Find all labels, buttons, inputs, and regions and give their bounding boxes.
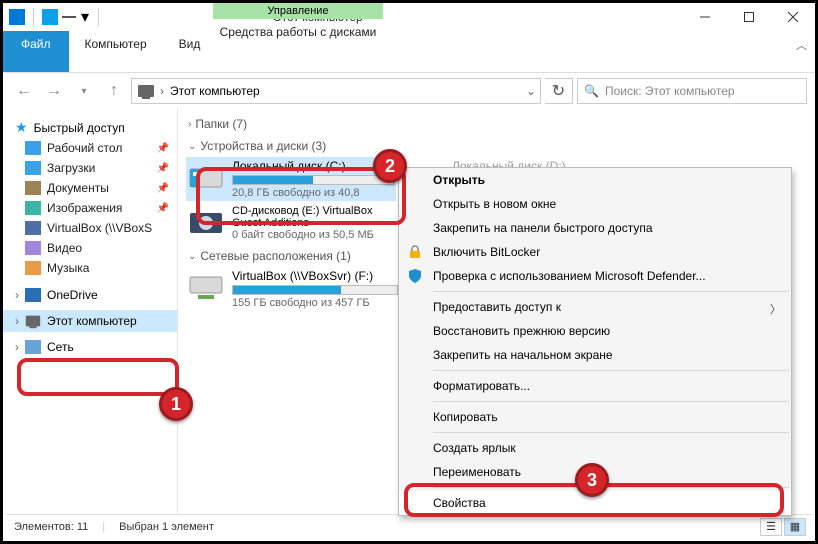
star-icon: ★ — [15, 119, 28, 136]
up-button[interactable]: ↑ — [101, 78, 127, 104]
pc-icon — [26, 316, 40, 327]
sidebar-quick-access[interactable]: ★Быстрый доступ — [3, 117, 177, 138]
search-icon: 🔍 — [584, 84, 599, 98]
ctx-format[interactable]: Форматировать... — [399, 374, 791, 398]
tiles-view-button[interactable]: ▦ — [784, 518, 806, 536]
contextual-tab-group: Управление Средства работы с дисками — [213, 3, 383, 39]
forward-button[interactable]: → — [41, 78, 67, 104]
ctx-open[interactable]: Открыть — [399, 168, 791, 192]
desktop-icon — [25, 141, 41, 155]
file-tab[interactable]: Файл — [3, 31, 69, 72]
ctx-restore-previous[interactable]: Восстановить прежнюю версию — [399, 319, 791, 343]
close-button[interactable] — [771, 3, 815, 31]
download-icon — [25, 161, 41, 175]
recent-locations-button[interactable]: ▾ — [71, 78, 97, 104]
vbox-icon — [25, 221, 41, 235]
group-folders[interactable]: ›Папки (7) — [188, 115, 805, 137]
quick-access-toolbar: ▾ — [3, 8, 103, 26]
ctx-open-new-window[interactable]: Открыть в новом окне — [399, 192, 791, 216]
qat-dropdown-icon[interactable]: ▾ — [80, 10, 90, 24]
status-bar: Элементов: 11 | Выбран 1 элемент ☰ ▦ — [6, 514, 812, 538]
status-item-count: Элементов: 11 — [14, 521, 88, 533]
video-icon — [25, 241, 41, 255]
qat-properties-icon[interactable] — [42, 9, 58, 25]
context-menu: Открыть Открыть в новом окне Закрепить н… — [398, 167, 792, 516]
chevron-right-icon: 〉 — [770, 301, 781, 317]
tab-view[interactable]: Вид — [163, 31, 217, 72]
pin-icon: 📌 — [157, 163, 169, 174]
sidebar-onedrive[interactable]: ›OneDrive — [3, 286, 177, 304]
sidebar-item-desktop[interactable]: Рабочий стол📌 — [3, 138, 177, 158]
navigation-pane: ★Быстрый доступ Рабочий стол📌 Загрузки📌 … — [3, 109, 178, 515]
search-placeholder: Поиск: Этот компьютер — [605, 84, 735, 98]
breadcrumb-dropdown-icon[interactable]: ⌄ — [526, 84, 536, 98]
cd-icon — [188, 205, 224, 241]
tab-computer[interactable]: Компьютер — [69, 31, 163, 72]
pc-icon — [138, 85, 154, 97]
ctx-copy[interactable]: Копировать — [399, 405, 791, 429]
sidebar-this-pc[interactable]: ›Этот компьютер — [3, 310, 177, 332]
address-bar[interactable]: › Этот компьютер ⌄ — [131, 78, 541, 104]
refresh-button[interactable]: ↻ — [545, 78, 573, 104]
contextual-tab-header: Управление — [213, 3, 383, 19]
documents-icon — [25, 181, 41, 195]
music-icon — [25, 261, 41, 275]
ctx-create-shortcut[interactable]: Создать ярлык — [399, 436, 791, 460]
ribbon-toggle-icon[interactable]: ︿ — [796, 37, 807, 53]
nav-toolbar: ← → ▾ ↑ › Этот компьютер ⌄ ↻ 🔍 Поиск: Эт… — [3, 73, 815, 109]
pictures-icon — [25, 201, 41, 215]
minimize-button[interactable] — [683, 3, 727, 31]
drive-e[interactable]: CD-дисковод (E:) VirtualBox Guest Additi… — [188, 205, 398, 241]
pin-icon: 📌 — [157, 183, 169, 194]
ctx-give-access[interactable]: Предоставить доступ к〉 — [399, 295, 791, 319]
sidebar-item-documents[interactable]: Документы📌 — [3, 178, 177, 198]
title-bar: ▾ Управление Средства работы с дисками Э… — [3, 3, 815, 31]
capacity-bar — [232, 175, 394, 185]
sidebar-item-downloads[interactable]: Загрузки📌 — [3, 158, 177, 178]
ribbon: Файл Компьютер Вид ︿ — [3, 31, 815, 73]
sidebar-item-pictures[interactable]: Изображения📌 — [3, 198, 177, 218]
ctx-properties[interactable]: Свойства — [399, 491, 791, 515]
network-drive-icon — [188, 269, 224, 305]
ctx-pin-quick-access[interactable]: Закрепить на панели быстрого доступа — [399, 216, 791, 240]
cloud-icon — [25, 288, 41, 302]
sidebar-item-music[interactable]: Музыка — [3, 258, 177, 278]
details-view-button[interactable]: ☰ — [760, 518, 782, 536]
contextual-tab[interactable]: Средства работы с дисками — [213, 19, 383, 39]
shield-icon — [407, 268, 423, 284]
sidebar-item-videos[interactable]: Видео — [3, 238, 177, 258]
drive-free-text: 20,8 ГБ свободно из 40,8 — [232, 187, 394, 199]
maximize-button[interactable] — [727, 3, 771, 31]
network-drive-f[interactable]: VirtualBox (\\VBoxSvr) (F:) 155 ГБ свобо… — [188, 269, 398, 309]
network-icon — [25, 340, 41, 354]
status-selected: Выбран 1 элемент — [119, 521, 214, 533]
drive-c[interactable]: Локальный диск (C:) 20,8 ГБ свободно из … — [186, 157, 396, 201]
hdd-icon — [188, 159, 224, 195]
sidebar-network[interactable]: ›Сеть — [3, 338, 177, 356]
back-button[interactable]: ← — [11, 78, 37, 104]
qat-item[interactable] — [62, 16, 76, 18]
app-icon — [9, 9, 25, 25]
sidebar-item-vbox[interactable]: VirtualBox (\\VBoxS — [3, 218, 177, 238]
ctx-rename[interactable]: Переименовать — [399, 460, 791, 484]
ctx-bitlocker[interactable]: Включить BitLocker — [399, 240, 791, 264]
pin-icon: 📌 — [157, 143, 169, 154]
breadcrumb-current[interactable]: Этот компьютер — [170, 84, 260, 98]
pin-icon: 📌 — [157, 203, 169, 214]
ctx-defender-scan[interactable]: Проверка с использованием Microsoft Defe… — [399, 264, 791, 288]
ctx-pin-start[interactable]: Закрепить на начальном экране — [399, 343, 791, 367]
drive-name: Локальный диск (C:) — [232, 159, 394, 173]
search-input[interactable]: 🔍 Поиск: Этот компьютер — [577, 78, 807, 104]
group-drives[interactable]: ⌄Устройства и диски (3) — [188, 137, 805, 159]
bitlocker-icon — [407, 244, 423, 260]
